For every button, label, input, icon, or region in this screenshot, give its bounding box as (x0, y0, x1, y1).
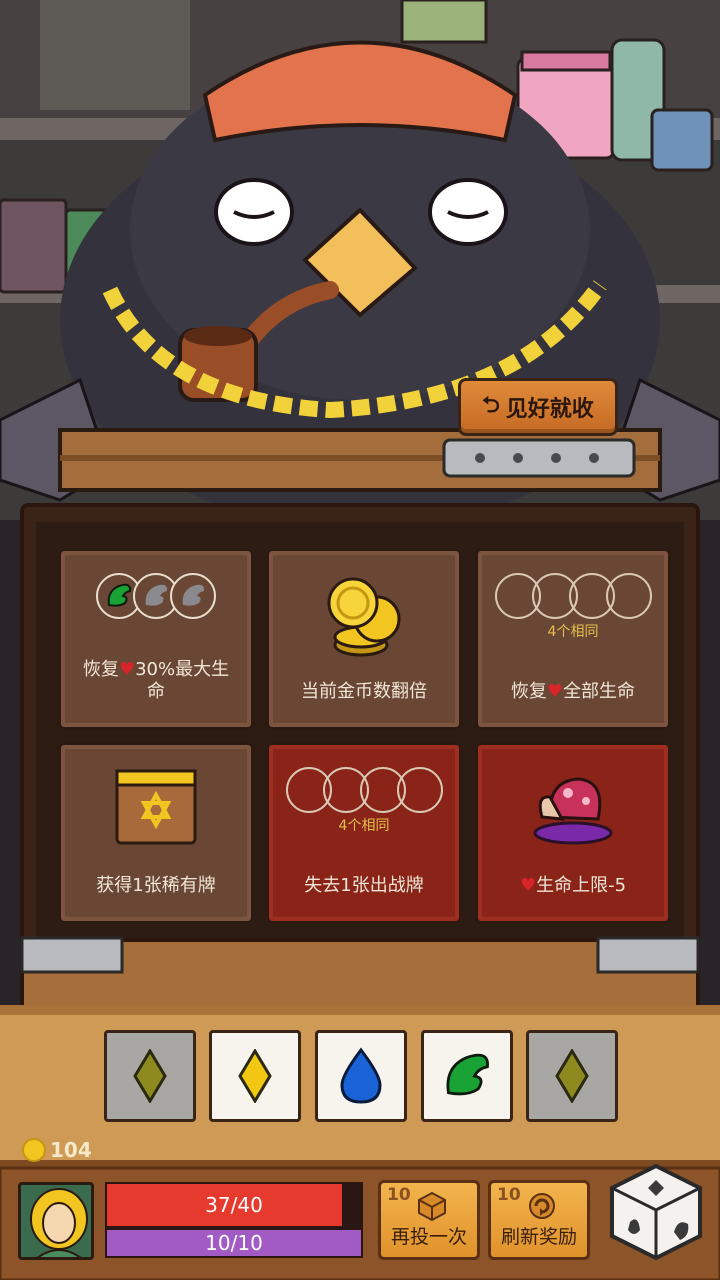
diamond-icon (133, 1049, 167, 1103)
coin-counter: 104 (22, 1138, 92, 1162)
refresh-rewards-button[interactable]: 10 刷新奖励 (488, 1180, 590, 1260)
energy-bar: 10/10 (105, 1228, 363, 1258)
poison-mushroom-icon (478, 767, 668, 847)
prize-text: 获得1张稀有牌 (96, 875, 216, 896)
reroll-button[interactable]: 10 再投一次 (378, 1180, 480, 1260)
diamond-icon (238, 1049, 272, 1103)
requirement-label: 4个相同 (547, 624, 599, 640)
player-avatar[interactable] (18, 1182, 94, 1260)
wing-dice-requirement (61, 573, 251, 619)
heart-icon: ♥ (118, 659, 136, 680)
energy-value: 10/10 (205, 1231, 263, 1255)
leave-button[interactable]: ⮌ 见好就收 (458, 378, 618, 436)
return-arrow-icon: ⮌ (482, 393, 500, 418)
prize-rare-card[interactable]: 获得1张稀有牌 (58, 742, 254, 924)
dice-slot-3[interactable] (315, 1030, 407, 1122)
wing-icon (446, 1053, 489, 1096)
requirement-label: 4个相同 (338, 818, 390, 834)
prize-text: 恢复♥全部生命 (510, 681, 636, 702)
game-scene: ⮌ 见好就收 恢复♥30%最大生命 当前金币数翻倍 4个相同 恢复♥全部生命 获… (0, 0, 720, 1280)
prize-heal-full[interactable]: 4个相同 恢复♥全部生命 (475, 548, 671, 730)
water-drop-icon (340, 1047, 382, 1104)
diamond-icon (555, 1049, 589, 1103)
reroll-label: 再投一次 (390, 1226, 467, 1248)
roll-die-button[interactable] (608, 1162, 704, 1266)
leave-button-label: 见好就收 (505, 397, 594, 422)
health-value: 37/40 (205, 1193, 263, 1217)
coin-icon (22, 1138, 46, 1162)
dice-slot-4[interactable] (421, 1030, 513, 1122)
wing-icon (182, 584, 205, 606)
prize-double-coins[interactable]: 当前金币数翻倍 (266, 548, 462, 730)
heart-icon: ♥ (546, 681, 564, 702)
four-same-requirement: 4个相同 (269, 767, 459, 837)
health-bar: 37/40 (105, 1182, 363, 1228)
refresh-icon (527, 1191, 557, 1226)
prize-text: ♥生命上限-5 (519, 875, 627, 896)
prize-lose-card[interactable]: 4个相同 失去1张出战牌 (266, 742, 462, 924)
reroll-cost: 10 (387, 1185, 411, 1205)
refresh-label: 刷新奖励 (500, 1226, 577, 1248)
prize-heal-30[interactable]: 恢复♥30%最大生命 (58, 548, 254, 730)
rare-card-icon (61, 767, 251, 847)
wing-slot-grey (170, 573, 216, 619)
coin-stack-icon (269, 573, 459, 663)
prize-max-hp-down[interactable]: ♥生命上限-5 (475, 742, 671, 924)
die-icon (417, 1191, 447, 1226)
dice-slot-5[interactable] (526, 1030, 618, 1122)
wing-icon (145, 584, 168, 606)
prize-text: 失去1张出战牌 (304, 875, 424, 896)
prize-text: 恢复♥30%最大生命 (82, 659, 230, 702)
refresh-cost: 10 (497, 1185, 521, 1205)
heart-icon: ♥ (519, 875, 537, 896)
dice-slot-2[interactable] (209, 1030, 301, 1122)
coin-amount: 104 (50, 1138, 92, 1162)
prize-text: 当前金币数翻倍 (301, 681, 427, 702)
four-same-requirement: 4个相同 (478, 573, 668, 643)
wing-icon (107, 583, 132, 607)
dice-slot-1[interactable] (104, 1030, 196, 1122)
die-icon (610, 1163, 702, 1261)
